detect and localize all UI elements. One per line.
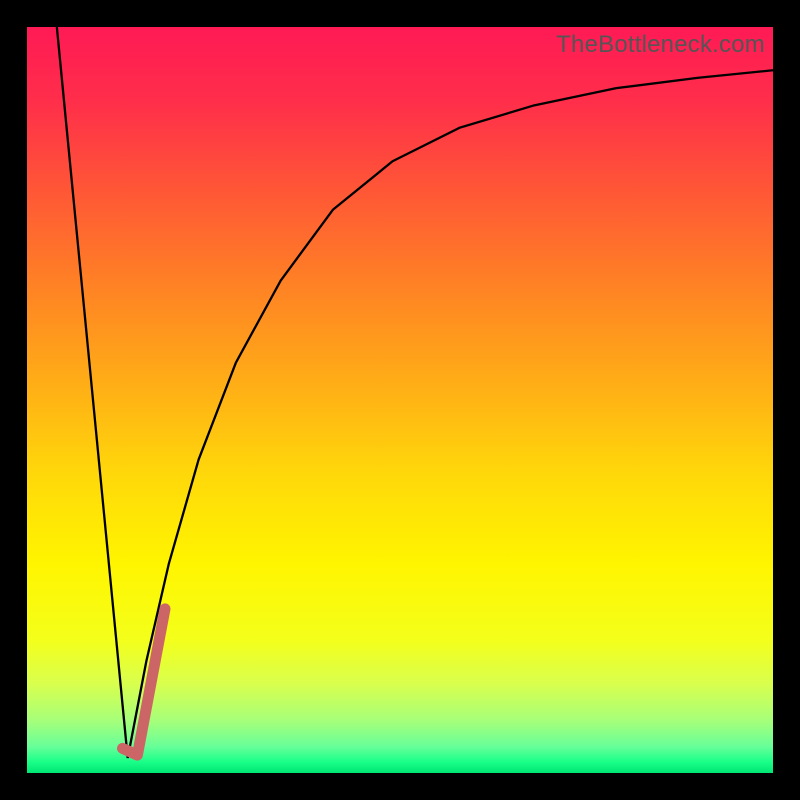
series-bottleneck-curve-left [57, 27, 128, 758]
series-bottleneck-curve-right [128, 70, 773, 758]
series-highlight-segment [122, 609, 165, 755]
plot-area: TheBottleneck.com [27, 27, 773, 773]
chart-lines [27, 27, 773, 773]
chart-frame: TheBottleneck.com [0, 0, 800, 800]
